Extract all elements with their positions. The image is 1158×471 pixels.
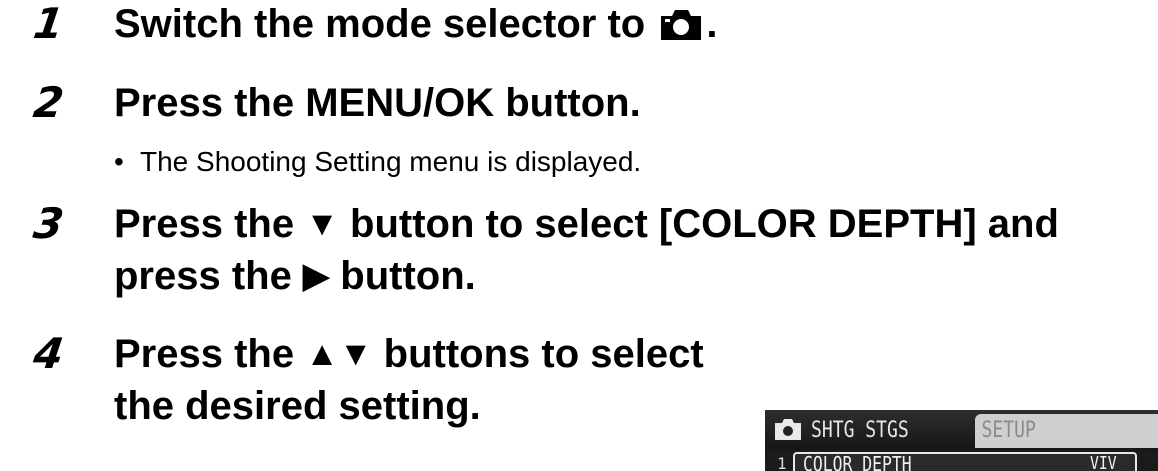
bullet-dot: • bbox=[114, 146, 124, 177]
step-1-text-after: . bbox=[706, 2, 718, 46]
step-1-text-before: Switch the mode selector to bbox=[114, 2, 646, 46]
step-4-line-2: the desired setting. bbox=[114, 384, 481, 428]
lcd-tab-shooting: SHTG STGS bbox=[811, 418, 909, 443]
right-arrow-icon: ▶ bbox=[302, 257, 330, 295]
step-2-bullet: • The Shooting Setting menu is displayed. bbox=[114, 144, 641, 180]
step-3-line-2-before: press the bbox=[114, 254, 292, 298]
step-2-text: Press the MENU/OK button. bbox=[114, 81, 641, 125]
step-4-line-1-before: Press the bbox=[114, 332, 295, 376]
up-down-arrow-icon: ▲▼ bbox=[305, 335, 373, 373]
step-2-bullet-text: The Shooting Setting menu is displayed. bbox=[140, 146, 642, 177]
lcd-menu-screenshot: SHTG STGS SETUP 1 COLOR DEPTH VIV bbox=[765, 410, 1158, 471]
camera-icon bbox=[773, 416, 803, 447]
lcd-tab-setup: SETUP bbox=[975, 414, 1158, 448]
step-3-line-2-after: button. bbox=[340, 254, 476, 298]
step-4-line-1: Press the ▲▼ buttons to select bbox=[114, 328, 704, 380]
step-3-line-1: Press the ▼ button to select [COLOR DEPT… bbox=[114, 198, 1059, 250]
step-number: 1 bbox=[30, 0, 67, 48]
step-number: 3 bbox=[30, 199, 67, 248]
step-3-line-1-before: Press the bbox=[114, 202, 295, 246]
lcd-row-index: 1 bbox=[777, 454, 787, 471]
step-4-line-1-after: buttons to select bbox=[383, 332, 704, 376]
step-3-line-2: press the ▶ button. bbox=[114, 250, 476, 302]
step-number: 4 bbox=[30, 329, 67, 378]
lcd-row-label: COLOR DEPTH bbox=[803, 452, 912, 471]
step-number: 2 bbox=[30, 78, 67, 127]
down-arrow-icon: ▼ bbox=[305, 205, 339, 243]
step-1-text: Switch the mode selector to . bbox=[114, 0, 717, 56]
step-3-line-1-after: button to select [COLOR DEPTH] and bbox=[350, 202, 1059, 246]
lcd-tab-setup-label: SETUP bbox=[981, 418, 1036, 443]
lcd-row-value: VIV bbox=[1090, 453, 1117, 471]
camera-icon bbox=[658, 4, 704, 56]
